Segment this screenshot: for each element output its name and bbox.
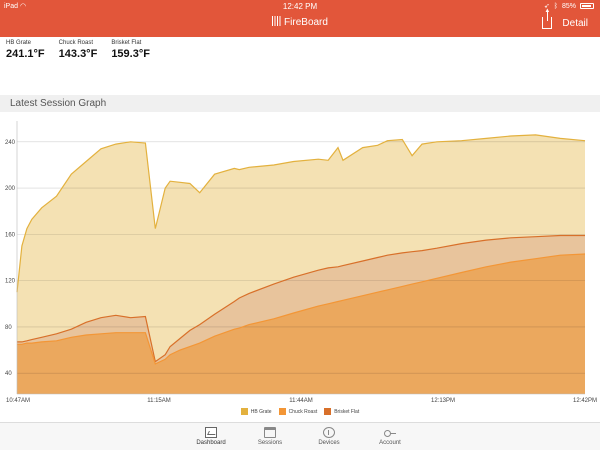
x-tick-label: 11:15AM (147, 398, 171, 404)
calendar-icon (264, 427, 276, 438)
share-icon[interactable] (542, 8, 553, 29)
y-tick-label: 160 (5, 232, 16, 238)
gauge-icon (323, 427, 335, 438)
tab-label: Account (379, 440, 401, 446)
x-tick-label: 12:42PM (573, 398, 597, 404)
x-tick-label: 11:44AM (289, 398, 313, 404)
reading-label: HB Grate (6, 40, 32, 46)
legend-label: HB Grate (250, 408, 272, 415)
battery-percent: 85% (561, 2, 576, 10)
legend-label: Chuck Roast (288, 408, 318, 415)
dashboard-icon (205, 427, 217, 438)
chart-legend: HB Grate Chuck Roast Brisket Flat (0, 408, 600, 415)
reading-value: 143.3°F (58, 48, 98, 60)
reading-chuck-roast[interactable]: Chuck Roast 143.3°F (59, 40, 98, 60)
key-icon (384, 427, 396, 438)
bluetooth-icon: ᛒ (553, 2, 558, 10)
tab-bar: Dashboard Sessions Devices Account (0, 422, 600, 450)
app-logo: FireBoard (0, 16, 600, 28)
probe-readings: HB Grate 241.1°F Chuck Roast 143.3°F Bri… (6, 40, 150, 60)
tab-label: Sessions (257, 440, 283, 446)
y-tick-label: 240 (5, 140, 16, 146)
tab-account[interactable]: Account (365, 427, 415, 446)
battery-icon (580, 3, 594, 9)
legend-item-chuck-roast[interactable]: Chuck Roast (278, 408, 318, 415)
tab-label: Devices (318, 440, 340, 446)
reading-label: Brisket Flat (111, 40, 142, 46)
legend-item-brisket-flat[interactable]: Brisket Flat (324, 408, 359, 415)
y-tick-label: 200 (5, 186, 16, 192)
x-tick-label: 12:13PM (431, 398, 455, 404)
tab-devices[interactable]: Devices (304, 427, 354, 446)
app-name: FireBoard (284, 17, 328, 28)
legend-swatch (324, 408, 332, 415)
reading-brisket-flat[interactable]: Brisket Flat 159.3°F (111, 40, 150, 60)
y-tick-label: 80 (5, 325, 12, 331)
session-graph[interactable]: 40 80 120 160 200 240 10:47AM 11:15AM 11:44AM 12:… (0, 113, 600, 405)
fireboard-logo-icon (272, 16, 282, 26)
detail-button[interactable]: Detail (562, 18, 588, 29)
reading-value: 241.1°F (6, 48, 45, 60)
app-screen: iPad ◠ 12:42 PM ➶ ᛒ 85% FireBoard Detail… (0, 0, 600, 450)
legend-swatch (278, 408, 286, 415)
legend-label: Brisket Flat (334, 408, 360, 415)
status-right: ➶ ᛒ 85% (544, 2, 594, 10)
tab-label: Dashboard (196, 440, 226, 446)
reading-hb-grate[interactable]: HB Grate 241.1°F (6, 40, 45, 60)
y-tick-label: 40 (5, 371, 12, 377)
legend-swatch (240, 408, 248, 415)
tab-dashboard[interactable]: Dashboard (186, 427, 236, 446)
x-tick-label: 10:47AM (6, 398, 30, 404)
tab-sessions[interactable]: Sessions (245, 427, 295, 446)
y-tick-label: 120 (5, 279, 16, 285)
status-time: 12:42 PM (282, 2, 318, 11)
top-bar: iPad ◠ 12:42 PM ➶ ᛒ 85% FireBoard Detail (0, 0, 600, 37)
section-title: Latest Session Graph (0, 95, 600, 112)
detail-controls: Detail (542, 8, 588, 29)
reading-label: Chuck Roast (58, 40, 94, 46)
legend-item-hb-grate[interactable]: HB Grate (240, 408, 272, 415)
reading-value: 159.3°F (111, 48, 150, 60)
